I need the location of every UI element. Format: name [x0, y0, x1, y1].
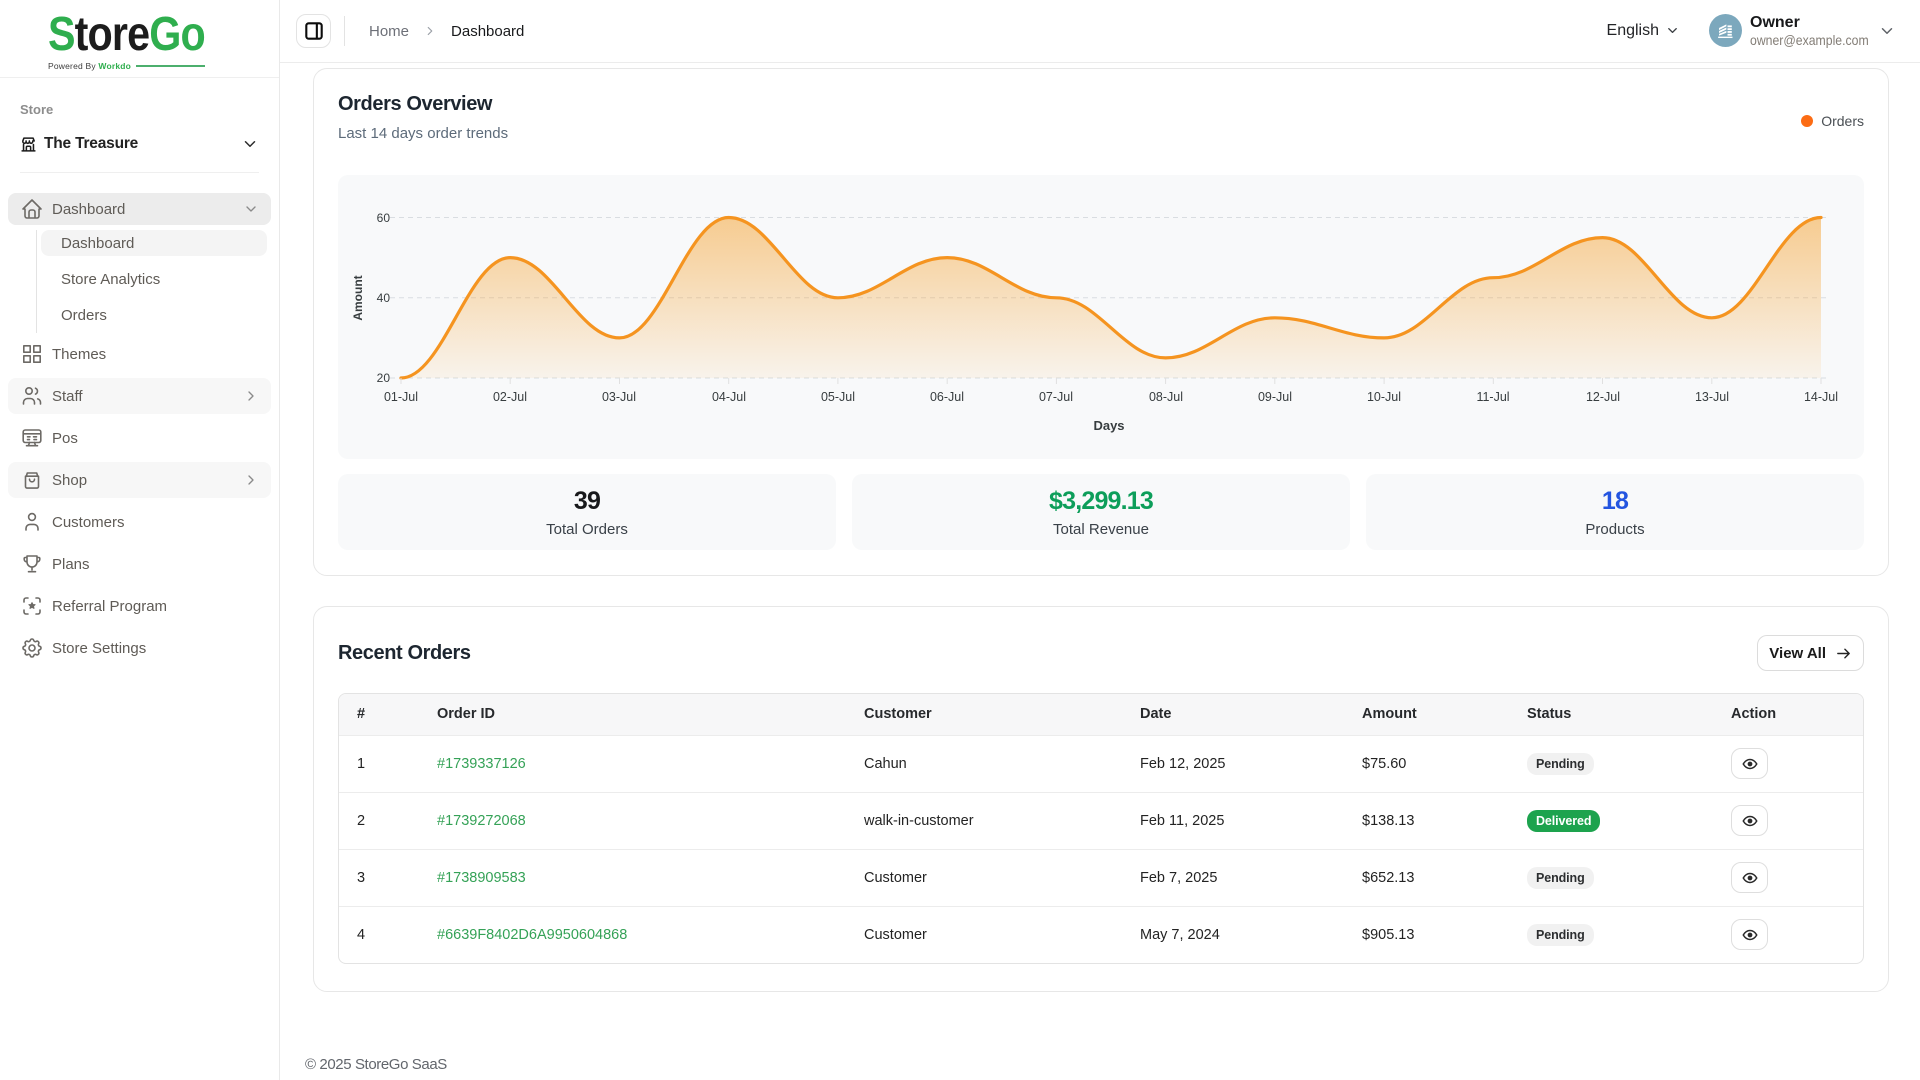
svg-text:09-Jul: 09-Jul — [1258, 390, 1292, 404]
svg-text:Amount: Amount — [351, 275, 365, 320]
svg-text:14-Jul: 14-Jul — [1804, 390, 1838, 404]
svg-text:12-Jul: 12-Jul — [1586, 390, 1620, 404]
svg-text:01-Jul: 01-Jul — [384, 390, 418, 404]
svg-text:20: 20 — [377, 371, 391, 385]
svg-text:04-Jul: 04-Jul — [712, 390, 746, 404]
svg-text:05-Jul: 05-Jul — [821, 390, 855, 404]
svg-text:13-Jul: 13-Jul — [1695, 390, 1729, 404]
svg-text:08-Jul: 08-Jul — [1149, 390, 1183, 404]
svg-text:10-Jul: 10-Jul — [1367, 390, 1401, 404]
svg-text:Days: Days — [1093, 418, 1124, 433]
svg-text:40: 40 — [377, 291, 391, 305]
svg-text:02-Jul: 02-Jul — [493, 390, 527, 404]
svg-text:06-Jul: 06-Jul — [930, 390, 964, 404]
svg-text:03-Jul: 03-Jul — [602, 390, 636, 404]
svg-text:07-Jul: 07-Jul — [1039, 390, 1073, 404]
svg-text:11-Jul: 11-Jul — [1476, 390, 1509, 404]
svg-text:60: 60 — [377, 211, 391, 225]
